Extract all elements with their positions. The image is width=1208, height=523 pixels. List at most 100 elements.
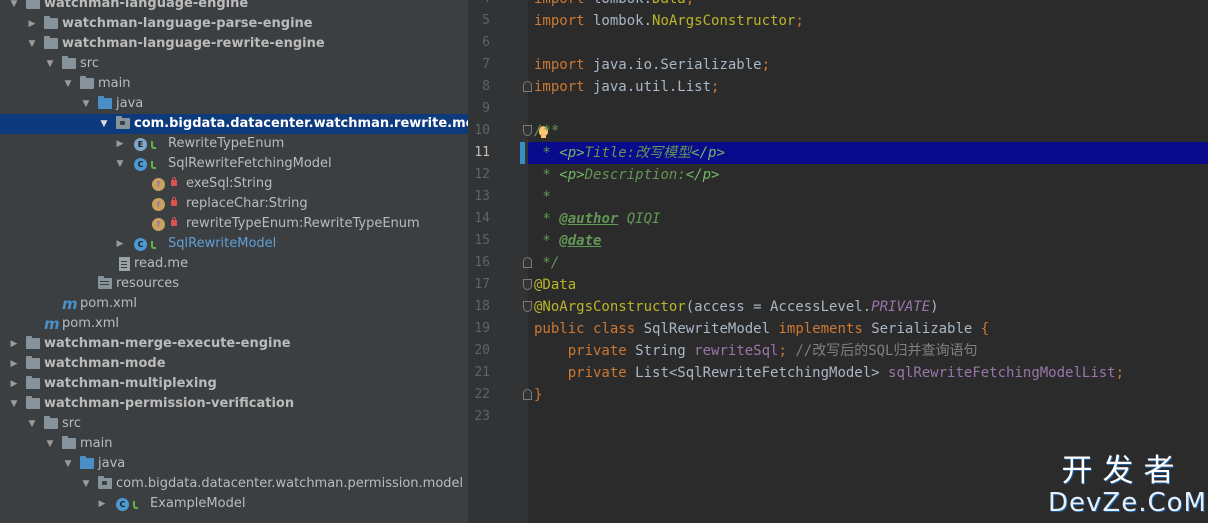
tree-item-module[interactable]: ▼ watchman-language-rewrite-engine — [0, 34, 468, 54]
folder-icon — [80, 76, 94, 89]
tree-item-folder[interactable]: ▼ main — [0, 74, 468, 94]
tree-item-package[interactable]: ▼ com.bigdata.datacenter.watchman.permis… — [0, 474, 468, 494]
line-number: 7 — [482, 57, 490, 72]
folder-icon — [62, 436, 76, 449]
line-number: 6 — [482, 35, 490, 50]
code-line[interactable]: import java.io.Serializable; — [534, 54, 770, 76]
fold-end-icon[interactable] — [523, 257, 532, 268]
module-folder-icon — [26, 396, 40, 409]
chevron-right-icon[interactable]: ▶ — [96, 494, 108, 514]
line-number: 17 — [474, 277, 490, 292]
line-number-gutter[interactable]: 4 5 6 7 8 9 10 11 12 13 14 15 16 17 18 1… — [468, 0, 532, 523]
chevron-down-icon[interactable]: ▼ — [44, 54, 56, 74]
chevron-down-icon[interactable]: ▼ — [114, 154, 126, 174]
module-folder-icon — [26, 0, 40, 9]
tree-item-class[interactable]: ▶ C ExampleModel — [0, 494, 468, 514]
tree-item-pom[interactable]: m pom.xml — [0, 294, 468, 314]
code-line[interactable]: * — [534, 186, 550, 208]
module-folder-icon — [44, 16, 58, 29]
code-line[interactable]: @NoArgsConstructor(access = AccessLevel.… — [534, 296, 939, 318]
tree-item-field[interactable]: f replaceChar:String — [0, 194, 468, 214]
watermark-en-text: DevZe.CoM — [1048, 488, 1207, 518]
tree-item-source-folder[interactable]: ▼ java — [0, 454, 468, 474]
tree-item-field[interactable]: f rewriteTypeEnum:RewriteTypeEnum — [0, 214, 468, 234]
code-line[interactable]: } — [534, 384, 542, 406]
tree-item-folder[interactable]: ▼ src — [0, 54, 468, 74]
tree-item-module[interactable]: ▶ watchman-language-parse-engine — [0, 14, 468, 34]
tree-item-pom[interactable]: m pom.xml — [0, 314, 468, 334]
tree-item-resources[interactable]: resources — [0, 274, 468, 294]
tree-item-module[interactable]: ▶ watchman-mode — [0, 354, 468, 374]
lock-icon — [171, 197, 177, 206]
class-icon: C — [134, 158, 147, 171]
line-number: 9 — [482, 101, 490, 116]
fold-end-icon[interactable] — [523, 81, 532, 92]
class-icon: C — [134, 238, 147, 251]
watermark-cn-text: 开发者 — [1061, 453, 1185, 489]
fold-end-icon[interactable] — [523, 389, 532, 400]
tree-item-module[interactable]: ▶ watchman-multiplexing — [0, 374, 468, 394]
chevron-right-icon[interactable]: ▶ — [114, 134, 126, 154]
leaf-icon — [151, 241, 156, 249]
tree-item-file[interactable]: read.me — [0, 254, 468, 274]
tree-item-folder[interactable]: ▼ src — [0, 414, 468, 434]
code-line[interactable]: @Data — [534, 274, 576, 296]
leaf-icon — [151, 141, 156, 149]
tree-item-field[interactable]: f exeSql:String — [0, 174, 468, 194]
field-icon: f — [152, 198, 165, 211]
tree-item-module[interactable]: ▼ watchman-permission-verification — [0, 394, 468, 414]
chevron-down-icon[interactable]: ▼ — [62, 74, 74, 94]
code-editor[interactable]: 4 5 6 7 8 9 10 11 12 13 14 15 16 17 18 1… — [468, 0, 1208, 523]
code-line[interactable]: private List<SqlRewriteFetchingModel> sq… — [534, 362, 1124, 384]
tree-item-source-folder[interactable]: ▼ java — [0, 94, 468, 114]
line-number: 8 — [482, 79, 490, 94]
code-line[interactable]: /** — [534, 120, 559, 142]
source-folder-icon — [80, 456, 94, 469]
chevron-down-icon[interactable]: ▼ — [8, 0, 20, 14]
chevron-down-icon[interactable]: ▼ — [80, 474, 92, 494]
line-number: 13 — [474, 189, 490, 204]
tree-item-package-selected[interactable]: ▼ com.bigdata.datacenter.watchman.rewrit… — [0, 114, 468, 134]
code-line[interactable]: private String rewriteSql; //改写后的SQL归并查询… — [534, 340, 978, 362]
chevron-down-icon[interactable]: ▼ — [80, 94, 92, 114]
fold-start-icon[interactable] — [523, 125, 532, 136]
chevron-down-icon[interactable]: ▼ — [26, 414, 38, 434]
chevron-right-icon[interactable]: ▶ — [8, 334, 20, 354]
fold-start-icon[interactable] — [523, 301, 532, 312]
code-line[interactable]: * @author QIQI — [534, 208, 660, 230]
line-number: 14 — [474, 211, 490, 226]
fold-start-icon[interactable] — [523, 279, 532, 290]
chevron-right-icon[interactable]: ▶ — [8, 374, 20, 394]
code-line[interactable]: import lombok.NoArgsConstructor; — [534, 10, 804, 32]
chevron-down-icon[interactable]: ▼ — [44, 434, 56, 454]
tree-item-module[interactable]: ▼ watchman-language-engine — [0, 0, 468, 14]
chevron-right-icon[interactable]: ▶ — [114, 234, 126, 254]
watermark-logo: 开发者 DevZe.CoM — [1048, 453, 1207, 518]
chevron-down-icon[interactable]: ▼ — [62, 454, 74, 474]
line-number: 19 — [474, 321, 490, 336]
tree-item-module[interactable]: ▶ watchman-merge-execute-engine — [0, 334, 468, 354]
code-line-current[interactable]: * <p>Title:改写模型</p> — [534, 142, 724, 164]
tree-item-class[interactable]: ▼ C SqlRewriteFetchingModel — [0, 154, 468, 174]
tree-item-enum[interactable]: ▶ E RewriteTypeEnum — [0, 134, 468, 154]
chevron-down-icon[interactable]: ▼ — [26, 34, 38, 54]
code-line[interactable]: */ — [534, 252, 559, 274]
code-line[interactable]: import java.util.List; — [534, 76, 719, 98]
chevron-right-icon[interactable]: ▶ — [8, 354, 20, 374]
tree-item-class[interactable]: ▶ C SqlRewriteModel — [0, 234, 468, 254]
code-line[interactable]: * @date — [534, 230, 601, 252]
module-folder-icon — [44, 36, 58, 49]
enum-icon: E — [134, 138, 147, 151]
code-line[interactable]: * <p>Description:</p> — [534, 164, 719, 186]
chevron-right-icon[interactable]: ▶ — [26, 14, 38, 34]
line-number: 4 — [468, 0, 490, 10]
package-icon — [116, 116, 130, 129]
tree-item-folder[interactable]: ▼ main — [0, 434, 468, 454]
project-tree: ▼ watchman-language-engine ▶ watchman-la… — [0, 0, 468, 514]
code-line[interactable]: import lombok.Data; — [534, 0, 694, 10]
chevron-down-icon[interactable]: ▼ — [8, 394, 20, 414]
chevron-down-icon[interactable]: ▼ — [98, 114, 110, 134]
source-folder-icon — [98, 96, 112, 109]
code-line[interactable]: public class SqlRewriteModel implements … — [534, 318, 989, 340]
maven-icon: m — [62, 295, 78, 313]
